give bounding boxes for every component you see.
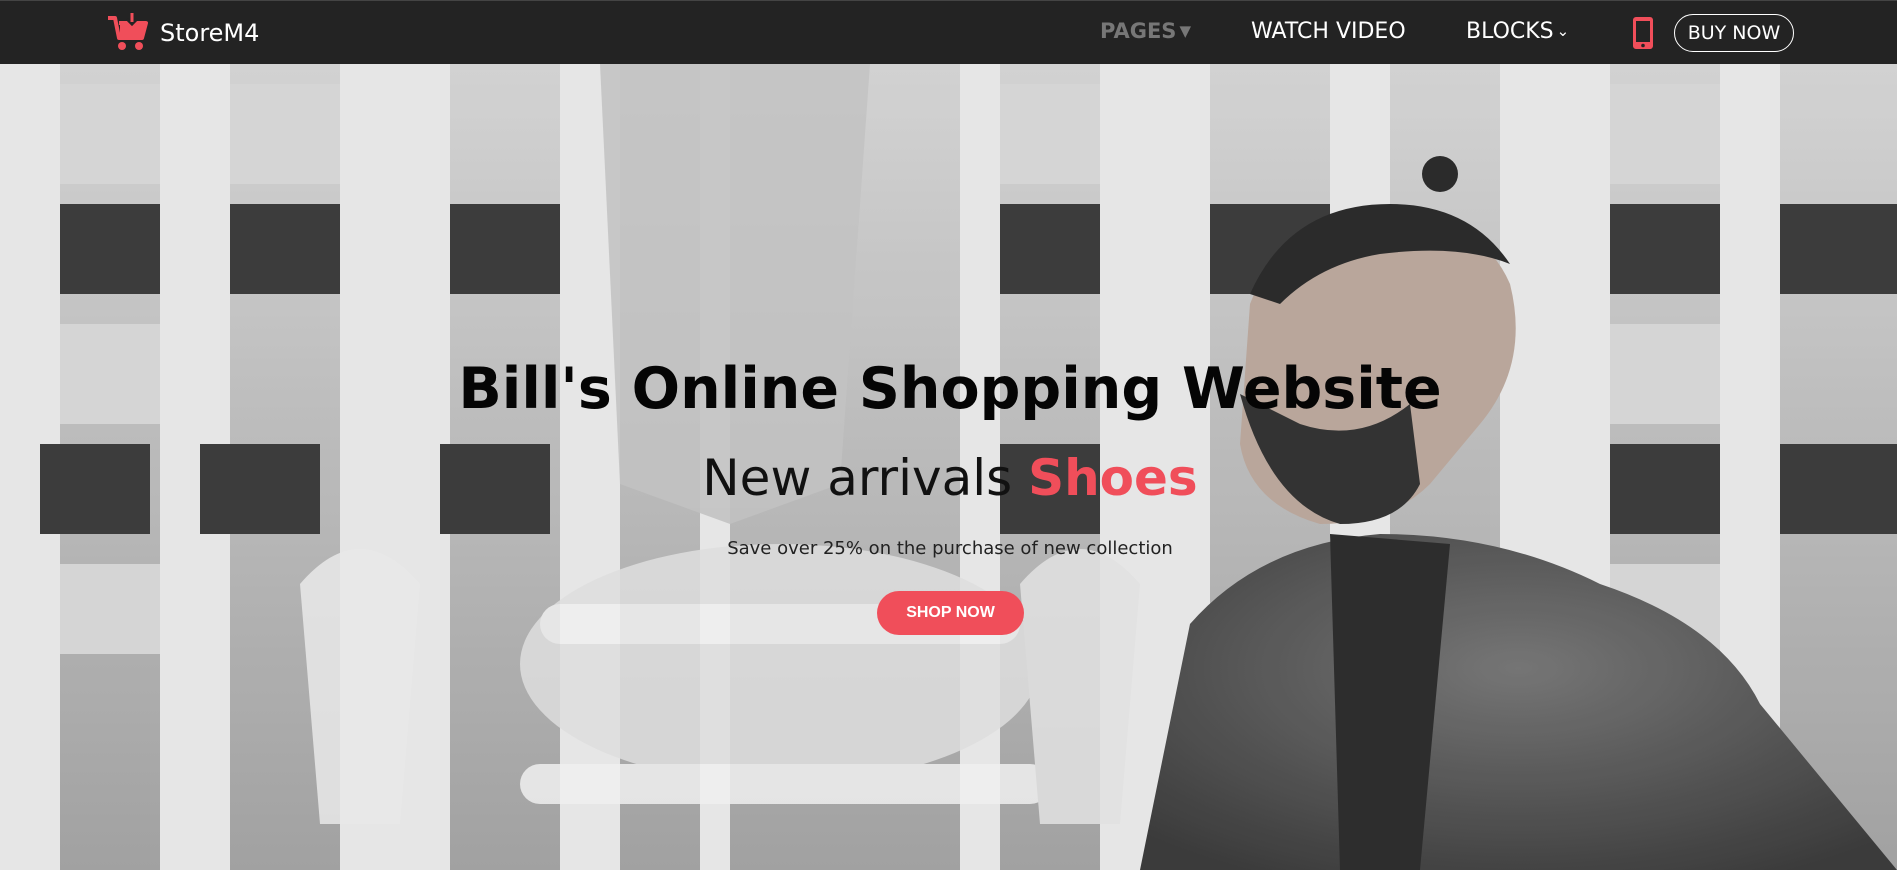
hero-section: Bill's Online Shopping Website New arriv… xyxy=(0,64,1897,870)
hero-subtitle-plain: New arrivals xyxy=(702,449,1029,507)
hero-subtitle: New arrivals Shoes xyxy=(0,449,1897,507)
hero-subtitle-accent: Shoes xyxy=(1028,449,1198,507)
nav-blocks[interactable]: BLOCKS ⌄ xyxy=(1466,19,1569,44)
caret-down-icon: ▼ xyxy=(1179,22,1191,40)
brand-name: StoreM4 xyxy=(160,19,260,47)
hero-title: Bill's Online Shopping Website xyxy=(458,356,1442,422)
mobile-phone-icon[interactable] xyxy=(1632,16,1654,50)
nav-watch-video-label: WATCH VIDEO xyxy=(1251,19,1406,44)
hero-description: Save over 25% on the purchase of new col… xyxy=(727,538,1173,559)
brand[interactable]: StoreM4 xyxy=(106,13,259,53)
buy-now-button[interactable]: BUY NOW xyxy=(1674,14,1794,52)
shopping-cart-icon xyxy=(108,13,148,50)
chevron-down-icon: ⌄ xyxy=(1556,22,1570,40)
nav-pages[interactable]: PAGES ▼ xyxy=(1100,19,1191,43)
nav-watch-video[interactable]: WATCH VIDEO xyxy=(1251,19,1406,44)
nav-blocks-label: BLOCKS xyxy=(1466,19,1554,44)
shop-now-button[interactable]: SHOP NOW xyxy=(877,591,1024,635)
nav-pages-label: PAGES xyxy=(1100,19,1177,43)
top-navbar: StoreM4 PAGES ▼ WATCH VIDEO BLOCKS ⌄ BUY N… xyxy=(0,0,1897,64)
